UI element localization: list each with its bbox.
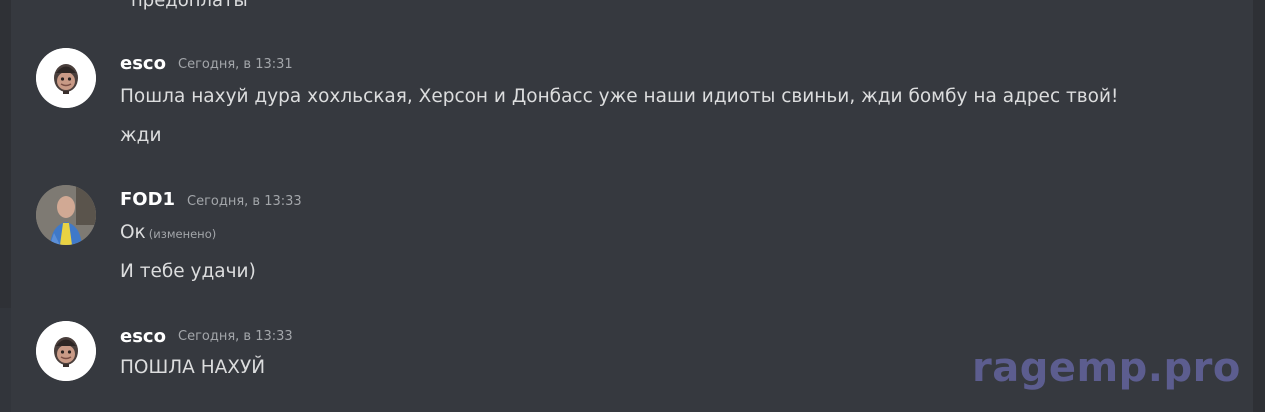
message-timestamp: Сегодня, в 13:31 — [178, 57, 293, 72]
previous-message-fragment: предоплаты — [131, 0, 248, 11]
avatar-esco[interactable] — [36, 321, 96, 381]
watermark: ragemp.pro — [972, 345, 1241, 391]
avatar-esco-image — [36, 48, 96, 108]
message-author[interactable]: FOD1 — [120, 189, 175, 210]
avatar-esco[interactable] — [36, 48, 96, 108]
message-text: ПОШЛА НАХУЙ — [120, 357, 266, 378]
edited-label: (изменено) — [148, 227, 217, 241]
message-text: Пошла нахуй дура хохльская, Херсон и Дон… — [120, 86, 1119, 107]
scrollbar-track[interactable] — [1253, 0, 1265, 412]
message-author[interactable]: esco — [120, 326, 166, 347]
message-text: жди — [120, 125, 162, 146]
message-timestamp: Сегодня, в 13:33 — [178, 329, 293, 344]
message-text: Ок (изменено) — [120, 222, 216, 243]
message-author[interactable]: esco — [120, 53, 166, 74]
avatar-fod1-image — [36, 185, 96, 245]
avatar-esco-image — [36, 321, 96, 381]
message-timestamp: Сегодня, в 13:33 — [187, 194, 302, 209]
left-panel-edge-lower — [0, 308, 11, 412]
message-text: И тебе удачи) — [120, 261, 256, 282]
left-panel-edge — [0, 0, 11, 412]
message-text-content: Ок — [120, 222, 146, 243]
avatar-fod1[interactable] — [36, 185, 96, 245]
